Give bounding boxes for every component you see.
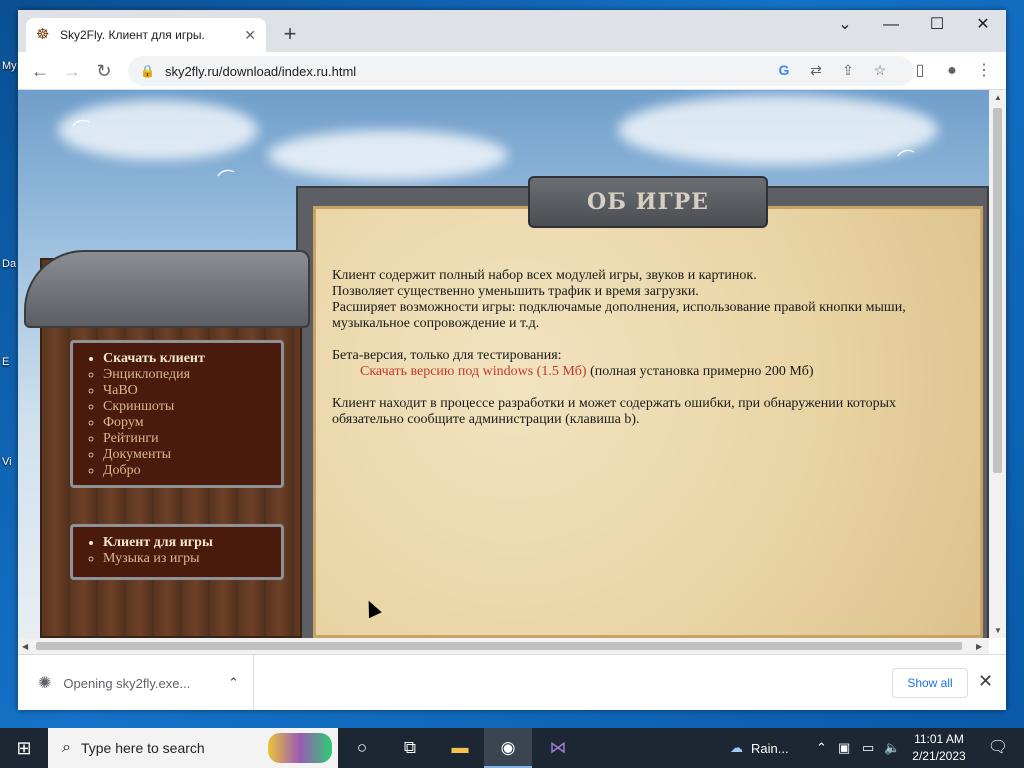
section-plaque: ОБ ИГРЕ <box>528 176 768 228</box>
maximize-button[interactable]: ☐ <box>914 10 960 42</box>
windows-start-icon[interactable]: ⊞ <box>0 728 48 768</box>
download-filename: Opening sky2fly.exe... <box>63 675 191 691</box>
minimize-button[interactable]: — <box>868 10 914 42</box>
page-viewport: ⌒ ⌒ ⌒ ОБ ИГРЕ Клиент содержит полный наб… <box>18 90 989 638</box>
show-all-button[interactable]: Show all <box>892 668 968 698</box>
menu-item-forum[interactable]: Форум <box>103 415 271 431</box>
chrome-icon[interactable]: ◉ <box>484 728 532 768</box>
profile-avatar-icon[interactable]: ● <box>938 57 966 85</box>
network-icon[interactable]: ▭ <box>862 728 874 768</box>
browser-toolbar: ← → ↻ 🔒 sky2fly.ru/download/index.ru.htm… <box>18 52 1006 90</box>
lock-icon[interactable]: 🔒 <box>140 64 155 78</box>
desktop-icon-label[interactable]: E <box>2 356 9 368</box>
translate-icon[interactable]: ⇄ <box>806 60 826 80</box>
search-icon: ⌕ <box>62 739 71 756</box>
tab-close-icon[interactable]: ✕ <box>244 27 256 44</box>
vertical-scrollbar[interactable]: ▲ ▼ <box>989 90 1006 638</box>
menu-item-ratings[interactable]: Рейтинги <box>103 431 271 447</box>
article-content: Клиент содержит полный набор всех модуле… <box>332 268 962 444</box>
scroll-right-icon[interactable]: ▶ <box>976 642 982 651</box>
visual-studio-icon[interactable]: ⋈ <box>534 728 582 768</box>
clock-time: 11:01 AM <box>914 732 964 746</box>
horizontal-scrollbar[interactable]: ◀ ▶ <box>18 638 989 654</box>
submenu-item-game-client[interactable]: Клиент для игры <box>103 535 271 551</box>
menu-item-welcome[interactable]: Добро <box>103 463 271 479</box>
download-item[interactable]: ✺ Opening sky2fly.exe... ⌃ <box>18 655 254 710</box>
beta-label: Бета-версия, только для тестирования: <box>332 348 562 363</box>
tab-bar: ☸ Sky2Fly. Клиент для игры. ✕ + ⌄ — ☐ ✕ <box>18 10 1006 52</box>
weather-text: Rain... <box>751 740 789 756</box>
chevron-up-icon[interactable]: ⌃ <box>228 675 239 691</box>
loading-spinner-icon: ✺ <box>38 675 52 692</box>
seagull-icon: ⌒ <box>215 166 239 191</box>
ship-wheel-icon: ☸ <box>36 26 50 43</box>
scroll-up-icon[interactable]: ▲ <box>994 93 1002 102</box>
taskbar: ⊞ ⌕ Type here to search ○ ⧉ ▬ ◉ ⋈ ☁ Rain… <box>0 728 1024 768</box>
share-icon[interactable]: ⇪ <box>838 60 858 80</box>
menu-item-documents[interactable]: Документы <box>103 447 271 463</box>
chevron-up-icon[interactable]: ⌃ <box>816 728 827 768</box>
scroll-left-icon[interactable]: ◀ <box>22 642 28 651</box>
google-icon[interactable]: G <box>774 60 794 80</box>
horizontal-scroll-thumb[interactable] <box>36 642 962 650</box>
metal-roof-decoration <box>24 250 310 328</box>
menu-item-faq[interactable]: ЧаВО <box>103 383 271 399</box>
system-clock[interactable]: 11:01 AM 2/21/2023 <box>906 731 972 765</box>
desktop-icon-label[interactable]: Da <box>2 258 16 270</box>
cortana-icon[interactable]: ○ <box>338 728 386 768</box>
download-bar: ✺ Opening sky2fly.exe... ⌃ Show all ✕ <box>18 654 1006 710</box>
browser-window: ☸ Sky2Fly. Клиент для игры. ✕ + ⌄ — ☐ ✕ … <box>18 10 1006 710</box>
network-drive-icon[interactable]: ▣ <box>838 728 850 768</box>
menu-item-download-client[interactable]: Скачать клиент <box>103 351 271 367</box>
intro-line-1: Клиент содержит полный набор всех модуле… <box>332 268 757 283</box>
address-bar[interactable]: 🔒 sky2fly.ru/download/index.ru.html <box>128 56 914 86</box>
task-view-icon[interactable]: ⧉ <box>386 728 434 768</box>
vertical-scroll-thumb[interactable] <box>993 108 1002 473</box>
volume-icon[interactable]: 🔈 <box>884 728 900 768</box>
desktop-icon-label[interactable]: My <box>2 60 17 72</box>
file-explorer-icon[interactable]: ▬ <box>436 728 484 768</box>
tab-title: Sky2Fly. Клиент для игры. <box>60 28 205 42</box>
download-size-note: (полная установка примерно 200 Мб) <box>586 364 814 379</box>
weather-widget[interactable]: ☁ Rain... <box>730 728 789 768</box>
side-panel-icon[interactable]: ▯ <box>906 57 934 85</box>
intro-line-2: Позволяет существенно уменьшить трафик и… <box>332 284 699 299</box>
main-menu: Скачать клиент Энциклопедия ЧаВО Скриншо… <box>70 340 284 488</box>
cloud-decoration <box>618 95 938 165</box>
search-placeholder: Type here to search <box>80 740 205 756</box>
taskbar-search-box[interactable]: ⌕ Type here to search <box>48 728 338 768</box>
close-download-bar-icon[interactable]: ✕ <box>978 671 993 692</box>
forward-button[interactable]: → <box>58 57 86 85</box>
window-close-button[interactable]: ✕ <box>960 10 1006 42</box>
clock-date: 2/21/2023 <box>912 749 966 763</box>
desktop-icon-label[interactable]: Vi <box>2 456 12 468</box>
sub-menu: Клиент для игры Музыка из игры <box>70 524 284 580</box>
back-button[interactable]: ← <box>26 57 54 85</box>
rain-cloud-icon: ☁ <box>730 740 743 755</box>
menu-item-encyclopedia[interactable]: Энциклопедия <box>103 367 271 383</box>
reload-button[interactable]: ↻ <box>90 57 118 85</box>
bookmark-star-icon[interactable]: ☆ <box>870 60 890 80</box>
warning-text: Клиент находит в процессе разработки и м… <box>332 396 896 427</box>
scroll-down-icon[interactable]: ▼ <box>994 626 1002 635</box>
menu-item-screenshots[interactable]: Скриншоты <box>103 399 271 415</box>
download-row: Скачать версию под windows (1.5 Мб) (пол… <box>332 364 814 379</box>
url-text: sky2fly.ru/download/index.ru.html <box>164 63 357 79</box>
menu-kebab-icon[interactable]: ⋮ <box>970 57 998 85</box>
submenu-item-game-music[interactable]: Музыка из игры <box>103 551 271 567</box>
download-windows-link[interactable]: Скачать версию под windows (1.5 Мб) <box>360 364 587 379</box>
cloud-decoration <box>268 130 508 180</box>
tab-search-button[interactable]: ⌄ <box>822 10 868 42</box>
search-highlight-image <box>268 733 332 763</box>
notifications-icon[interactable]: 🗨 <box>978 728 1018 768</box>
new-tab-button[interactable]: + <box>276 21 304 49</box>
intro-line-3: Расширяет возможности игры: подключамые … <box>332 300 906 331</box>
browser-tab[interactable]: ☸ Sky2Fly. Клиент для игры. ✕ <box>26 18 266 52</box>
